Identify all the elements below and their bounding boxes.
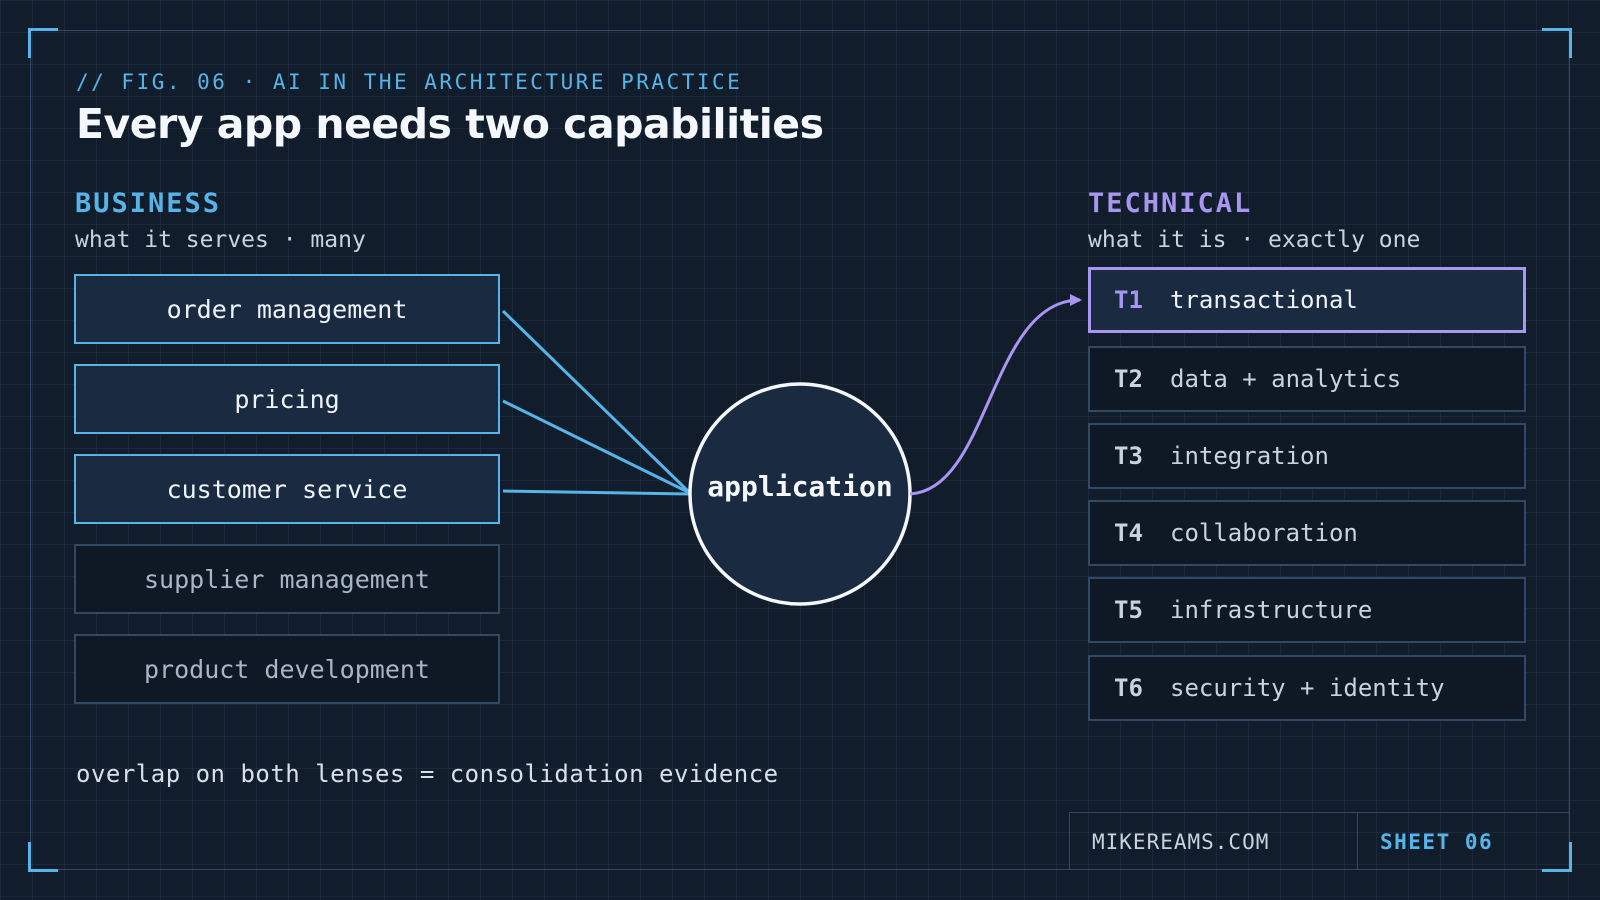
footer-site-link[interactable]: MIKEREAMS.COM: [1069, 812, 1357, 870]
technical-item-t6: T6 security + identity: [1088, 655, 1526, 721]
technical-label: data + analytics: [1170, 365, 1402, 393]
link-customer-service: [502, 489, 691, 496]
technical-label: collaboration: [1170, 519, 1358, 547]
technical-code: T4: [1114, 519, 1143, 547]
technical-item-t3: T3 integration: [1088, 423, 1526, 489]
technical-code: T5: [1114, 596, 1143, 624]
business-item-order-management: order management: [74, 274, 500, 344]
link-order-management: [501, 309, 692, 495]
technical-label: integration: [1170, 442, 1329, 470]
technical-item-t4: T4 collaboration: [1088, 500, 1526, 566]
footnote: overlap on both lenses = consolidation e…: [76, 760, 779, 788]
technical-code: T1: [1114, 286, 1143, 314]
technical-item-t5: T5 infrastructure: [1088, 577, 1526, 643]
link-to-transactional: [909, 294, 1082, 496]
technical-label: infrastructure: [1170, 596, 1373, 624]
technical-item-t2: T2 data + analytics: [1088, 346, 1526, 412]
technical-label: transactional: [1170, 286, 1358, 314]
technical-code: T3: [1114, 442, 1143, 470]
business-item-supplier-management: supplier management: [74, 544, 500, 614]
business-item-product-development: product development: [74, 634, 500, 704]
link-pricing: [502, 399, 691, 495]
business-item-customer-service: customer service: [74, 454, 500, 524]
technical-item-t1: T1 transactional: [1088, 267, 1526, 333]
technical-code: T2: [1114, 365, 1143, 393]
business-item-pricing: pricing: [74, 364, 500, 434]
technical-label: security + identity: [1170, 674, 1445, 702]
application-label: application: [707, 470, 893, 503]
technical-code: T6: [1114, 674, 1143, 702]
footer-sheet-number: SHEET 06: [1357, 812, 1570, 870]
